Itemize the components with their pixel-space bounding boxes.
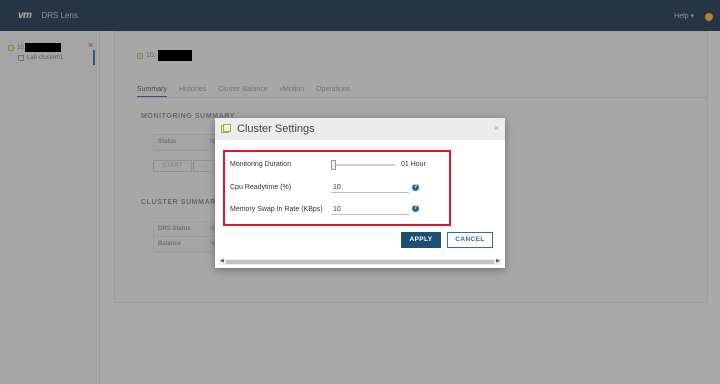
dialog-title: Cluster Settings — [237, 123, 315, 135]
scrollbar-thumb[interactable] — [226, 260, 494, 264]
slider-handle[interactable] — [331, 160, 336, 170]
settings-icon — [221, 124, 231, 133]
apply-button[interactable]: APPLY — [401, 232, 441, 248]
monitoring-duration-row: Monitoring Duration — [230, 161, 330, 168]
memory-swap-row: Memory Swap In Rate (KBps) — [230, 206, 330, 213]
monitoring-duration-label: Monitoring Duration — [230, 161, 292, 168]
help-icon[interactable]: ? — [412, 184, 419, 191]
monitoring-duration-value: 01 Hour — [401, 161, 426, 168]
help-icon[interactable]: ? — [412, 205, 419, 212]
memory-swap-label: Memory Swap In Rate (KBps) — [230, 206, 323, 213]
close-icon[interactable]: × — [494, 123, 499, 133]
horizontal-scrollbar[interactable]: ◀ ▶ — [219, 258, 501, 265]
cpu-readytime-input[interactable]: 10 — [331, 183, 409, 193]
memory-swap-input[interactable]: 10 — [331, 205, 409, 215]
cluster-settings-dialog: Cluster Settings × Monitoring Duration 0… — [215, 118, 505, 268]
scroll-right-icon[interactable]: ▶ — [496, 258, 500, 264]
slider-track — [331, 164, 395, 166]
cpu-readytime-row: Cpu Readytime (%) — [230, 184, 330, 191]
monitoring-duration-slider[interactable] — [331, 160, 395, 170]
dialog-header: Cluster Settings — [215, 118, 505, 140]
cpu-readytime-label: Cpu Readytime (%) — [230, 184, 292, 191]
scroll-left-icon[interactable]: ◀ — [220, 258, 224, 264]
cancel-button[interactable]: CANCEL — [447, 232, 493, 248]
